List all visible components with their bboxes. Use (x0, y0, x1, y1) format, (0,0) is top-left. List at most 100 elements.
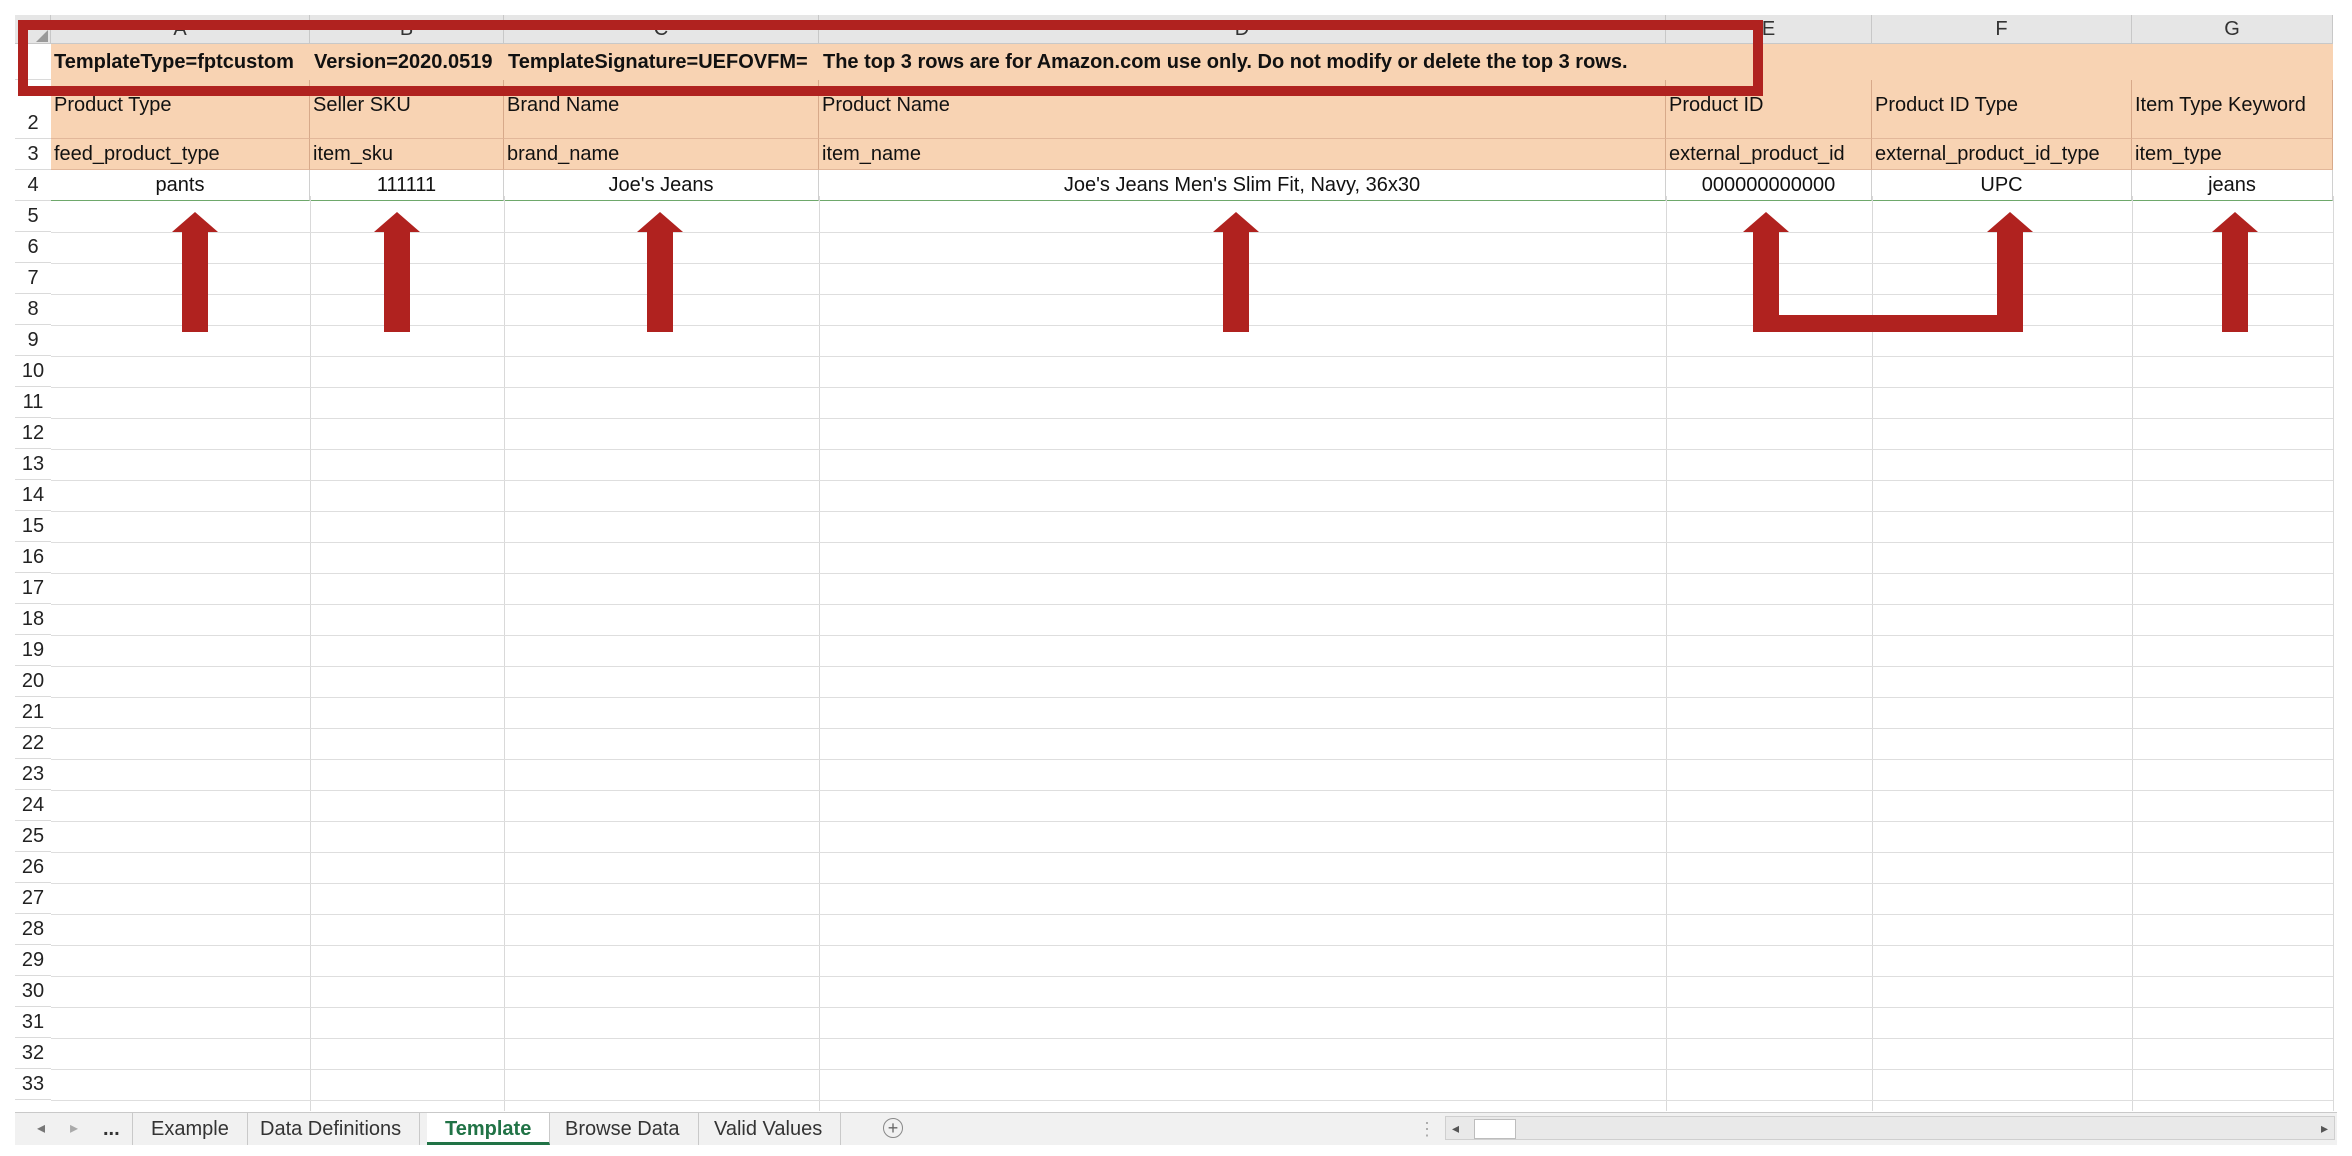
select-all-triangle (36, 30, 48, 42)
arrow-up-icon (1213, 212, 1259, 332)
row-header-4[interactable]: 4 (15, 170, 51, 201)
cell-c3[interactable]: brand_name (504, 139, 819, 170)
tab-valid-values[interactable]: Valid Values (696, 1113, 842, 1145)
row-header-20[interactable]: 20 (15, 666, 51, 697)
grid-line-v (2333, 196, 2334, 1111)
cell-b4[interactable]: 111111 (310, 170, 504, 201)
row-header-28[interactable]: 28 (15, 914, 51, 945)
row-header-25[interactable]: 25 (15, 821, 51, 852)
cell-d2[interactable]: Product Name (819, 80, 1666, 139)
grid-line-h (51, 356, 2333, 357)
cell-a3[interactable]: feed_product_type (51, 139, 310, 170)
tab-example[interactable]: Example (132, 1113, 248, 1145)
scrollbar-thumb[interactable] (1474, 1119, 1516, 1139)
grid-line-h (51, 263, 2333, 264)
cell-f2[interactable]: Product ID Type (1872, 80, 2132, 139)
row-header-16[interactable]: 16 (15, 542, 51, 573)
grid-line-h (51, 1069, 2333, 1070)
row-header-29[interactable]: 29 (15, 945, 51, 976)
cell-d4[interactable]: Joe's Jeans Men's Slim Fit, Navy, 36x30 (819, 170, 1666, 201)
row-header-15[interactable]: 15 (15, 511, 51, 542)
cell-b3[interactable]: item_sku (310, 139, 504, 170)
row-header-11[interactable]: 11 (15, 387, 51, 418)
cell-a1[interactable]: TemplateType=fptcustom (51, 44, 311, 80)
next-sheet-icon[interactable]: ▸ (70, 1113, 78, 1145)
cell-f4[interactable]: UPC (1872, 170, 2132, 201)
more-sheets-button[interactable]: ... (103, 1113, 120, 1145)
cell-d3[interactable]: item_name (819, 139, 1666, 170)
row-header-22[interactable]: 22 (15, 728, 51, 759)
grid-line-h (51, 976, 2333, 977)
column-header-f[interactable]: F (1872, 15, 2132, 44)
row-header-27[interactable]: 27 (15, 883, 51, 914)
row-header-30[interactable]: 30 (15, 976, 51, 1007)
grid-line-h (51, 945, 2333, 946)
scroll-right-icon[interactable]: ▸ (2321, 1117, 2328, 1139)
row-header-2[interactable]: 2 (15, 80, 51, 139)
grid-line-h (51, 666, 2333, 667)
tab-browse-data[interactable]: Browse Data (547, 1113, 699, 1145)
arrow-up-icon (2212, 212, 2258, 332)
row-header-21[interactable]: 21 (15, 697, 51, 728)
cell-e2[interactable]: Product ID (1666, 80, 1872, 139)
row-header-7[interactable]: 7 (15, 263, 51, 294)
cell-g2[interactable]: Item Type Keyword (2132, 80, 2333, 139)
row-header-12[interactable]: 12 (15, 418, 51, 449)
row-header-19[interactable]: 19 (15, 635, 51, 666)
arrow-up-icon (637, 212, 683, 332)
grid-line-v (1666, 196, 1667, 1111)
row-header-13[interactable]: 13 (15, 449, 51, 480)
row-header-6[interactable]: 6 (15, 232, 51, 263)
row-header-33[interactable]: 33 (15, 1069, 51, 1100)
cell-b1[interactable]: Version=2020.0519 (311, 44, 505, 80)
grid-line-h (51, 511, 2333, 512)
column-header-a[interactable]: A (51, 15, 310, 44)
cell-b2[interactable]: Seller SKU (310, 80, 504, 139)
tab-template[interactable]: Template (427, 1113, 551, 1145)
grid-line-h (51, 635, 2333, 636)
cell-e4[interactable]: 000000000000 (1666, 170, 1872, 201)
cell-e3[interactable]: external_product_id (1666, 139, 1872, 170)
column-header-e[interactable]: E (1666, 15, 1872, 44)
row-header-5[interactable]: 5 (15, 201, 51, 232)
column-header-c[interactable]: C (504, 15, 819, 44)
cell-d1[interactable]: The top 3 rows are for Amazon.com use on… (820, 44, 1780, 80)
cell-g4[interactable]: jeans (2132, 170, 2333, 201)
row-header-17[interactable]: 17 (15, 573, 51, 604)
grid-line-v (1872, 196, 1873, 1111)
grid-line-h (51, 821, 2333, 822)
grid-line-h (51, 387, 2333, 388)
cell-f3[interactable]: external_product_id_type (1872, 139, 2132, 170)
cell-g3[interactable]: item_type (2132, 139, 2333, 170)
tab-data-definitions[interactable]: Data Definitions (242, 1113, 421, 1145)
cell-c2[interactable]: Brand Name (504, 80, 819, 139)
row-header-26[interactable]: 26 (15, 852, 51, 883)
add-sheet-icon[interactable]: + (883, 1118, 903, 1138)
row-header-10[interactable]: 10 (15, 356, 51, 387)
row-header-18[interactable]: 18 (15, 604, 51, 635)
row-header-1[interactable] (15, 44, 51, 80)
cell-a4[interactable]: pants (51, 170, 310, 201)
row-header-9[interactable]: 9 (15, 325, 51, 356)
cell-c4[interactable]: Joe's Jeans (504, 170, 819, 201)
row-header-8[interactable]: 8 (15, 294, 51, 325)
grid-line-h (51, 480, 2333, 481)
row-header-32[interactable]: 32 (15, 1038, 51, 1069)
row-header-31[interactable]: 31 (15, 1007, 51, 1038)
row-header-23[interactable]: 23 (15, 759, 51, 790)
column-header-b[interactable]: B (310, 15, 504, 44)
scroll-left-icon[interactable]: ◂ (1452, 1117, 1459, 1139)
cell-c1[interactable]: TemplateSignature=UEFOVFM= (505, 44, 820, 80)
split-handle-icon[interactable]: ⋮ (1418, 1113, 1436, 1145)
row-header-3[interactable]: 3 (15, 139, 51, 170)
row-header-24[interactable]: 24 (15, 790, 51, 821)
prev-sheet-icon[interactable]: ◂ (37, 1113, 45, 1145)
row-header-14[interactable]: 14 (15, 480, 51, 511)
grid-line-h (51, 697, 2333, 698)
grid-line-h (51, 759, 2333, 760)
column-header-d[interactable]: D (819, 15, 1666, 44)
horizontal-scrollbar[interactable]: ◂ ▸ (1445, 1116, 2335, 1140)
column-header-g[interactable]: G (2132, 15, 2333, 44)
grid-line-h (51, 852, 2333, 853)
cell-a2[interactable]: Product Type (51, 80, 310, 139)
